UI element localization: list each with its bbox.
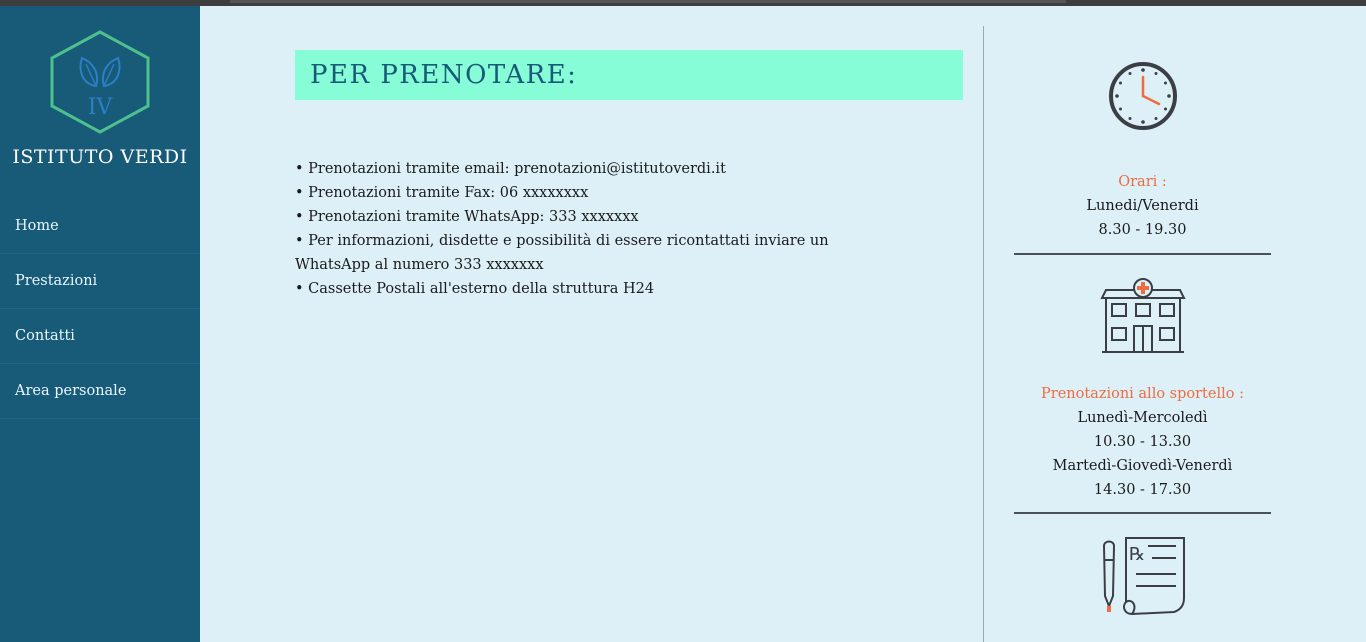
vertical-divider [983,26,984,642]
info-line-whatsapp: • Prenotazioni tramite WhatsApp: 333 xxx… [295,209,639,225]
page-title: PER PRENOTARE: [310,60,578,90]
section-divider [1014,253,1271,255]
desk-days-2: Martedì-Giovedì-Venerdì [1052,458,1233,474]
hours-label: Orari : [1118,174,1167,190]
desk-days-1: Lunedì-Mercoledì [1077,410,1208,426]
desk-hours-2: 14.30 - 17.30 [1093,482,1192,498]
nav-item-area-personale[interactable]: Area personale [0,364,200,419]
desk-booking-block: Prenotazioni allo sportello : Lunedì-Mer… [1014,382,1271,502]
title-banner: PER PRENOTARE: [295,50,963,100]
hours-times: 8.30 - 19.30 [1098,222,1187,238]
brand-name: ISTITUTO VERDI [12,146,188,168]
desk-booking-label: Prenotazioni allo sportello : [1041,386,1244,402]
svg-text:℞: ℞ [1129,544,1145,565]
nav-item-contatti[interactable]: Contatti [0,309,200,364]
prescription-icon: ℞ [1102,537,1185,616]
svg-text:IV: IV [88,95,114,120]
leaf-logo-icon: IV [50,30,150,134]
sidebar: IV ISTITUTO VERDI Home Prestazioni Conta… [0,6,200,642]
main-content: PER PRENOTARE: • Prenotazioni tramite em… [295,50,963,301]
info-line-fax: • Prenotazioni tramite Fax: 06 xxxxxxxx [295,185,589,201]
hours-block: Orari : Lunedi/Venerdi 8.30 - 19.30 [1014,170,1271,242]
hospital-icon [1100,278,1186,353]
hours-days: Lunedi/Venerdi [1086,198,1199,214]
booking-info: • Prenotazioni tramite email: prenotazio… [295,157,905,301]
clock-icon [1109,62,1177,130]
info-line-email: • Prenotazioni tramite email: prenotazio… [295,161,726,177]
info-line-mailbox: • Cassette Postali all'esterno della str… [295,281,655,297]
section-divider-2 [1014,512,1271,514]
desk-hours-1: 10.30 - 13.30 [1093,434,1192,450]
nav-menu: Home Prestazioni Contatti Area personale [0,199,200,419]
info-line-contact: • Per informazioni, disdette e possibili… [295,233,829,273]
browser-top-bar [0,0,1366,6]
nav-item-prestazioni[interactable]: Prestazioni [0,254,200,309]
nav-item-home[interactable]: Home [0,199,200,254]
